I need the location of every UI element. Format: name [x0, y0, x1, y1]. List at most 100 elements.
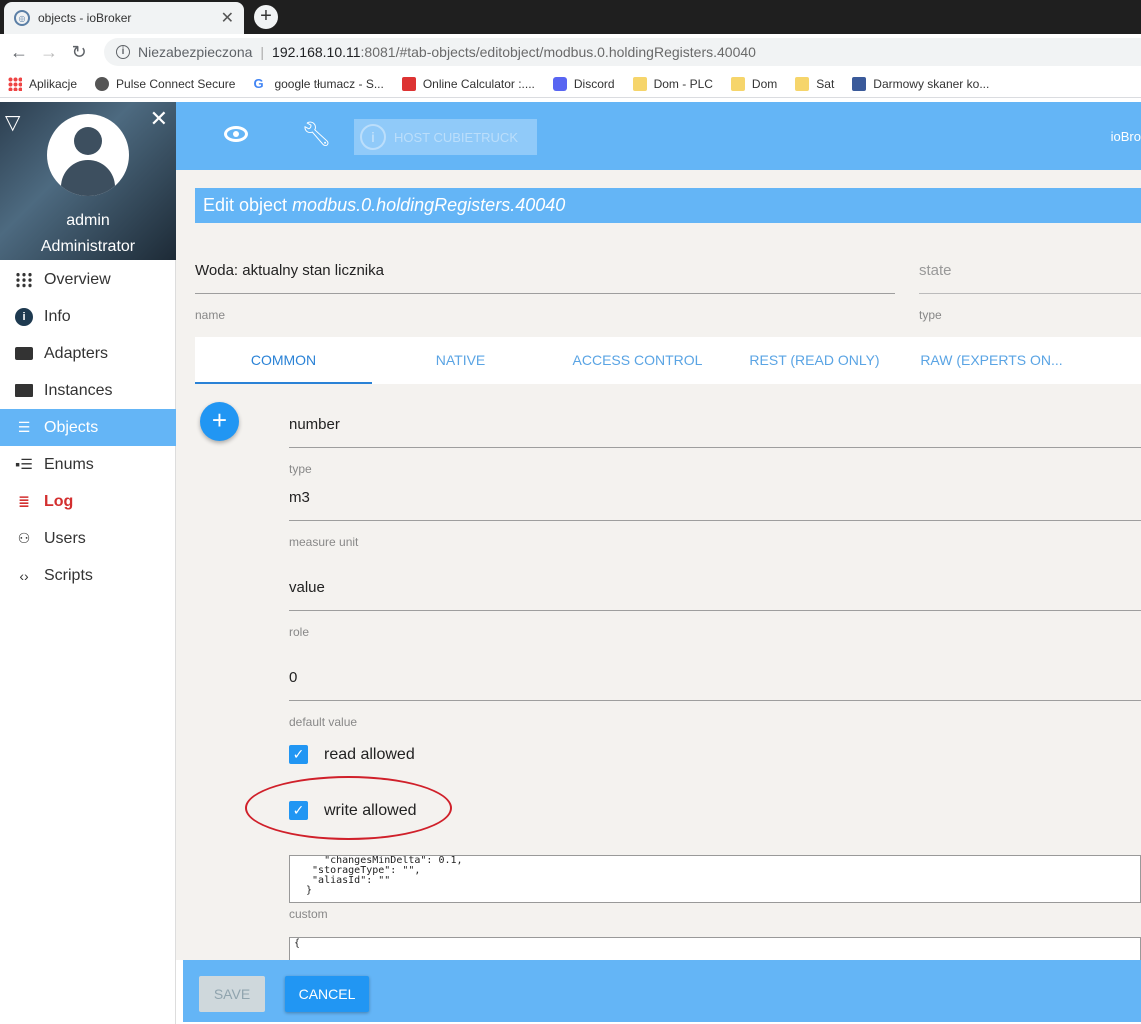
bookmark-calculator[interactable]: Online Calculator :....: [401, 76, 535, 91]
back-arrow-icon[interactable]: ←: [4, 42, 34, 63]
read-allowed-checkbox[interactable]: ✓ read allowed: [289, 745, 415, 764]
bookmark-label: Online Calculator :....: [422, 76, 535, 91]
bookmark-label: google tłumacz - S...: [274, 76, 384, 91]
info-icon: i: [15, 307, 33, 326]
url-input[interactable]: i Niezabezpieczona | 192.168.10.11 :8081…: [104, 38, 1141, 66]
role-input[interactable]: value: [289, 579, 1141, 611]
bookmark-sat[interactable]: Sat: [795, 76, 835, 91]
sidebar-item-label: Info: [44, 307, 71, 325]
tab-rest[interactable]: REST (READ ONLY): [726, 337, 903, 384]
url-separator: |: [260, 44, 265, 60]
avatar-body: [61, 160, 115, 196]
sidebar-item-overview[interactable]: Overview: [0, 261, 176, 298]
url-path: :8081/#tab-objects/editobject/modbus.0.h…: [360, 44, 756, 60]
sidebar-item-scripts[interactable]: ‹› Scripts: [0, 557, 176, 594]
role-field[interactable]: value role: [289, 579, 1141, 639]
object-type-label: type: [919, 308, 942, 322]
role-label: role: [289, 625, 310, 639]
editor-tabs: COMMON NATIVE ACCESS CONTROL REST (READ …: [195, 337, 1141, 384]
menu-toggle-icon[interactable]: ▽: [5, 110, 20, 135]
eye-icon[interactable]: [224, 126, 248, 142]
code-icon: ‹›: [19, 567, 29, 584]
sidebar: ▽ ✕ admin Administrator Overview i Info A…: [0, 102, 176, 1024]
bookmark-label: Darmowy skaner ko...: [873, 76, 990, 91]
red-highlight-ellipse: [245, 776, 452, 840]
save-button[interactable]: SAVE: [199, 976, 265, 1012]
sidebar-item-enums[interactable]: ▪☰ Enums: [0, 446, 176, 483]
cancel-button[interactable]: CANCEL: [285, 976, 369, 1012]
tab-access-control[interactable]: ACCESS CONTROL: [549, 337, 726, 384]
bookmark-google-translate[interactable]: Ggoogle tłumacz - S...: [253, 75, 384, 91]
unit-field[interactable]: m3 measure unit: [289, 489, 1141, 549]
object-type-select[interactable]: state: [919, 262, 1141, 294]
sidebar-item-users[interactable]: ⚇ Users: [0, 520, 176, 557]
sidebar-item-label: Overview: [44, 270, 111, 288]
common-type-select[interactable]: number: [289, 416, 1141, 448]
name-input[interactable]: Woda: aktualny stan licznika: [195, 262, 895, 294]
name-field[interactable]: Woda: aktualny stan licznika name: [195, 262, 895, 322]
sidebar-item-label: Adapters: [44, 344, 109, 362]
reload-icon[interactable]: ↻: [64, 42, 94, 63]
bookmarks-bar: Aplikacje Pulse Connect Secure Ggoogle t…: [0, 70, 1141, 98]
bookmark-pulse[interactable]: Pulse Connect Secure: [95, 76, 235, 91]
close-icon[interactable]: ✕: [150, 106, 168, 132]
user-icon: ⚇: [17, 530, 31, 546]
sidebar-item-label: Users: [44, 529, 86, 547]
common-type-field[interactable]: number type: [289, 416, 1141, 476]
tab-common[interactable]: COMMON: [195, 337, 372, 384]
store-icon: [15, 347, 33, 360]
apps-icon: [8, 76, 22, 91]
custom-json-editor[interactable]: "changesMinDelta": 0.1, "storageType": "…: [289, 855, 1141, 903]
common-type-label: type: [289, 462, 312, 476]
sidebar-item-label: Objects: [44, 418, 99, 436]
sidebar-menu: Overview i Info Adapters Instances ☰ Objec…: [0, 261, 176, 594]
bookmark-label: Aplikacje: [29, 76, 78, 91]
unit-input[interactable]: m3: [289, 489, 1141, 521]
bookmark-apps[interactable]: Aplikacje: [8, 76, 78, 91]
dialog-title-prefix: Edit object: [203, 195, 293, 215]
tab-raw[interactable]: RAW (EXPERTS ON...: [903, 337, 1080, 384]
default-value-field[interactable]: 0 default value: [289, 669, 1141, 729]
bookmark-dom-plc[interactable]: Dom - PLC: [632, 76, 713, 91]
google-icon: G: [253, 75, 264, 91]
forward-arrow-icon[interactable]: →: [34, 42, 64, 63]
bookmark-dom[interactable]: Dom: [730, 76, 778, 91]
globe-icon: [95, 76, 110, 91]
sidebar-item-adapters[interactable]: Adapters: [0, 335, 176, 372]
default-value-input[interactable]: 0: [289, 669, 1141, 701]
sidebar-item-label: Enums: [44, 455, 94, 473]
sidebar-item-log[interactable]: ≣ Log: [0, 483, 176, 520]
iobroker-logo-icon: i: [360, 124, 386, 150]
avatar: [47, 114, 129, 196]
add-attribute-button[interactable]: +: [200, 402, 239, 441]
sidebar-item-info[interactable]: i Info: [0, 298, 176, 335]
folder-icon: [632, 76, 647, 91]
bookmark-label: Sat: [816, 76, 835, 91]
browser-tab-title: objects - ioBroker: [38, 11, 132, 25]
checkmark-icon[interactable]: ✓: [289, 745, 308, 764]
second-json-editor[interactable]: {: [289, 937, 1141, 960]
brand-label: ioBro: [1110, 129, 1141, 144]
log-icon: ≣: [18, 493, 30, 509]
bookmark-scanner[interactable]: Darmowy skaner ko...: [852, 76, 990, 91]
scanner-icon: [852, 76, 867, 91]
tab-native[interactable]: NATIVE: [372, 337, 549, 384]
new-tab-button[interactable]: +: [254, 5, 278, 29]
host-selector-button[interactable]: i HOST CUBIETRUCK: [354, 119, 537, 155]
host-label: HOST CUBIETRUCK: [394, 129, 518, 145]
site-info-icon[interactable]: i: [116, 45, 130, 59]
wrench-icon[interactable]: 🔧︎: [301, 120, 331, 149]
read-allowed-label: read allowed: [324, 745, 415, 763]
browser-tab[interactable]: ◎ objects - ioBroker ✕: [4, 2, 244, 34]
grid-icon: [15, 271, 33, 288]
bookmark-label: Dom: [751, 76, 778, 91]
insecure-label: Niezabezpieczona: [138, 44, 253, 60]
bookmark-discord[interactable]: Discord: [552, 76, 615, 91]
object-type-field[interactable]: state type: [919, 262, 1141, 322]
sidebar-item-instances[interactable]: Instances: [0, 372, 176, 409]
sidebar-item-objects[interactable]: ☰ Objects: [0, 409, 176, 446]
url-host: 192.168.10.11: [272, 44, 361, 60]
close-tab-icon[interactable]: ✕: [221, 8, 234, 28]
app-bar: 🔧︎ i HOST CUBIETRUCK ioBro: [176, 102, 1141, 170]
custom-label: custom: [289, 907, 328, 921]
